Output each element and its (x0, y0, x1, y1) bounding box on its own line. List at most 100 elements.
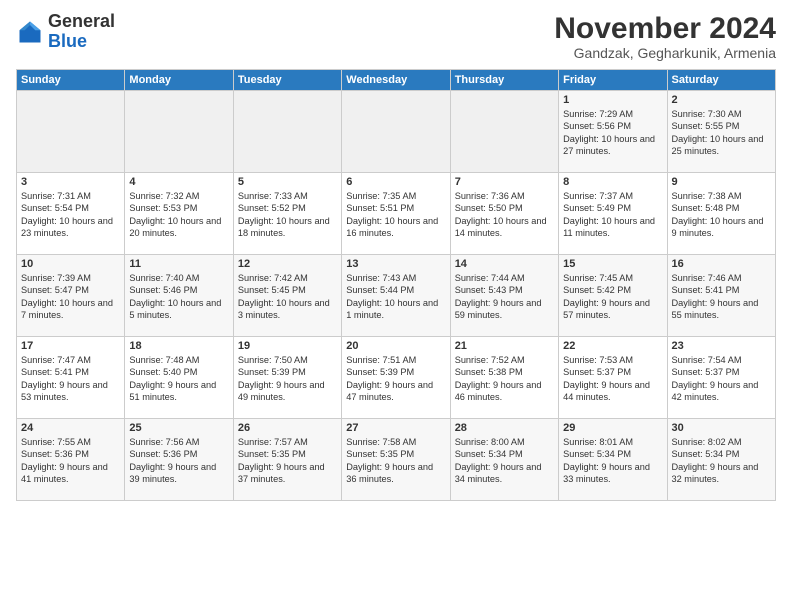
day-number: 25 (129, 422, 228, 434)
cell-1-4 (342, 91, 450, 173)
day-number: 22 (563, 340, 662, 352)
cell-info: Sunrise: 7:38 AM Sunset: 5:48 PM Dayligh… (672, 190, 771, 240)
cell-info: Sunrise: 7:47 AM Sunset: 5:41 PM Dayligh… (21, 354, 120, 404)
cell-info: Sunrise: 7:56 AM Sunset: 5:36 PM Dayligh… (129, 436, 228, 486)
day-number: 29 (563, 422, 662, 434)
cell-info: Sunrise: 7:42 AM Sunset: 5:45 PM Dayligh… (238, 272, 337, 322)
cell-2-3: 5 Sunrise: 7:33 AM Sunset: 5:52 PM Daylig… (233, 173, 341, 255)
cell-3-4: 13 Sunrise: 7:43 AM Sunset: 5:44 PM Dayli… (342, 255, 450, 337)
header: General Blue November 2024 Gandzak, Gegh… (16, 12, 776, 61)
week-row-5: 24 Sunrise: 7:55 AM Sunset: 5:36 PM Dayli… (17, 419, 776, 501)
col-header-thursday: Thursday (450, 70, 558, 91)
day-number: 4 (129, 176, 228, 188)
col-header-monday: Monday (125, 70, 233, 91)
day-number: 30 (672, 422, 771, 434)
cell-1-1 (17, 91, 125, 173)
day-number: 7 (455, 176, 554, 188)
week-row-2: 3Sunrise: 7:31 AM Sunset: 5:54 PM Daylig… (17, 173, 776, 255)
logo-general-text: General (48, 11, 115, 31)
day-number: 12 (238, 258, 337, 270)
col-header-wednesday: Wednesday (342, 70, 450, 91)
day-number: 14 (455, 258, 554, 270)
cell-4-2: 18 Sunrise: 7:48 AM Sunset: 5:40 PM Dayli… (125, 337, 233, 419)
cell-2-6: 8 Sunrise: 7:37 AM Sunset: 5:49 PM Daylig… (559, 173, 667, 255)
week-row-3: 10 Sunrise: 7:39 AM Sunset: 5:47 PM Dayli… (17, 255, 776, 337)
cell-info: Sunrise: 7:39 AM Sunset: 5:47 PM Dayligh… (21, 272, 120, 322)
logo: General Blue (16, 12, 115, 52)
cell-info: Sunrise: 7:40 AM Sunset: 5:46 PM Dayligh… (129, 272, 228, 322)
month-title: November 2024 (554, 12, 776, 45)
day-number: 20 (346, 340, 445, 352)
cell-info: Sunrise: 7:36 AM Sunset: 5:50 PM Dayligh… (455, 190, 554, 240)
cell-info: Sunrise: 7:55 AM Sunset: 5:36 PM Dayligh… (21, 436, 120, 486)
cell-info: Sunrise: 7:43 AM Sunset: 5:44 PM Dayligh… (346, 272, 445, 322)
logo-text: General Blue (48, 12, 115, 52)
cell-info: Sunrise: 8:02 AM Sunset: 5:34 PM Dayligh… (672, 436, 771, 486)
cell-info: Sunrise: 7:50 AM Sunset: 5:39 PM Dayligh… (238, 354, 337, 404)
logo-blue-text: Blue (48, 31, 87, 51)
cell-3-3: 12 Sunrise: 7:42 AM Sunset: 5:45 PM Dayli… (233, 255, 341, 337)
cell-4-7: 23Sunrise: 7:54 AM Sunset: 5:37 PM Dayli… (667, 337, 775, 419)
day-number: 1 (563, 94, 662, 106)
title-block: November 2024 Gandzak, Gegharkunik, Arme… (554, 12, 776, 61)
week-row-4: 17 Sunrise: 7:47 AM Sunset: 5:41 PM Dayli… (17, 337, 776, 419)
location: Gandzak, Gegharkunik, Armenia (554, 45, 776, 61)
cell-info: Sunrise: 7:57 AM Sunset: 5:35 PM Dayligh… (238, 436, 337, 486)
day-number: 15 (563, 258, 662, 270)
cell-2-7: 9 Sunrise: 7:38 AM Sunset: 5:48 PM Daylig… (667, 173, 775, 255)
day-number: 24 (21, 422, 120, 434)
cell-info: Sunrise: 7:33 AM Sunset: 5:52 PM Dayligh… (238, 190, 337, 240)
cell-4-3: 19 Sunrise: 7:50 AM Sunset: 5:39 PM Dayli… (233, 337, 341, 419)
cell-1-3 (233, 91, 341, 173)
cell-info: Sunrise: 7:30 AM Sunset: 5:55 PM Dayligh… (672, 108, 771, 158)
cell-3-1: 10 Sunrise: 7:39 AM Sunset: 5:47 PM Dayli… (17, 255, 125, 337)
cell-info: Sunrise: 7:52 AM Sunset: 5:38 PM Dayligh… (455, 354, 554, 404)
cell-info: Sunrise: 7:51 AM Sunset: 5:39 PM Dayligh… (346, 354, 445, 404)
col-header-sunday: Sunday (17, 70, 125, 91)
calendar-table: SundayMondayTuesdayWednesdayThursdayFrid… (16, 69, 776, 501)
cell-info: Sunrise: 7:48 AM Sunset: 5:40 PM Dayligh… (129, 354, 228, 404)
cell-2-1: 3Sunrise: 7:31 AM Sunset: 5:54 PM Daylig… (17, 173, 125, 255)
day-number: 28 (455, 422, 554, 434)
cell-2-2: 4Sunrise: 7:32 AM Sunset: 5:53 PM Daylig… (125, 173, 233, 255)
day-number: 18 (129, 340, 228, 352)
col-header-saturday: Saturday (667, 70, 775, 91)
day-number: 5 (238, 176, 337, 188)
day-number: 17 (21, 340, 120, 352)
cell-info: Sunrise: 7:44 AM Sunset: 5:43 PM Dayligh… (455, 272, 554, 322)
day-number: 16 (672, 258, 771, 270)
cell-1-5 (450, 91, 558, 173)
cell-info: Sunrise: 7:46 AM Sunset: 5:41 PM Dayligh… (672, 272, 771, 322)
cell-5-2: 25 Sunrise: 7:56 AM Sunset: 5:36 PM Dayli… (125, 419, 233, 501)
day-number: 6 (346, 176, 445, 188)
cell-3-6: 15 Sunrise: 7:45 AM Sunset: 5:42 PM Dayli… (559, 255, 667, 337)
cell-4-4: 20 Sunrise: 7:51 AM Sunset: 5:39 PM Dayli… (342, 337, 450, 419)
col-header-friday: Friday (559, 70, 667, 91)
cell-info: Sunrise: 8:01 AM Sunset: 5:34 PM Dayligh… (563, 436, 662, 486)
cell-info: Sunrise: 7:45 AM Sunset: 5:42 PM Dayligh… (563, 272, 662, 322)
cell-info: Sunrise: 8:00 AM Sunset: 5:34 PM Dayligh… (455, 436, 554, 486)
cell-4-1: 17 Sunrise: 7:47 AM Sunset: 5:41 PM Dayli… (17, 337, 125, 419)
cell-info: Sunrise: 7:37 AM Sunset: 5:49 PM Dayligh… (563, 190, 662, 240)
cell-info: Sunrise: 7:35 AM Sunset: 5:51 PM Dayligh… (346, 190, 445, 240)
day-number: 27 (346, 422, 445, 434)
day-number: 11 (129, 258, 228, 270)
cell-1-6: 1Sunrise: 7:29 AM Sunset: 5:56 PM Daylig… (559, 91, 667, 173)
cell-5-3: 26 Sunrise: 7:57 AM Sunset: 5:35 PM Dayli… (233, 419, 341, 501)
logo-icon (16, 18, 44, 46)
cell-info: Sunrise: 7:54 AM Sunset: 5:37 PM Dayligh… (672, 354, 771, 404)
cell-info: Sunrise: 7:53 AM Sunset: 5:37 PM Dayligh… (563, 354, 662, 404)
cell-4-6: 22 Sunrise: 7:53 AM Sunset: 5:37 PM Dayli… (559, 337, 667, 419)
day-number: 2 (672, 94, 771, 106)
day-number: 9 (672, 176, 771, 188)
day-number: 26 (238, 422, 337, 434)
cell-2-5: 7 Sunrise: 7:36 AM Sunset: 5:50 PM Daylig… (450, 173, 558, 255)
cell-info: Sunrise: 7:31 AM Sunset: 5:54 PM Dayligh… (21, 190, 120, 240)
cell-1-2 (125, 91, 233, 173)
day-number: 19 (238, 340, 337, 352)
cell-5-4: 27Sunrise: 7:58 AM Sunset: 5:35 PM Dayli… (342, 419, 450, 501)
day-number: 10 (21, 258, 120, 270)
cell-5-5: 28 Sunrise: 8:00 AM Sunset: 5:34 PM Dayli… (450, 419, 558, 501)
day-number: 8 (563, 176, 662, 188)
day-number: 13 (346, 258, 445, 270)
